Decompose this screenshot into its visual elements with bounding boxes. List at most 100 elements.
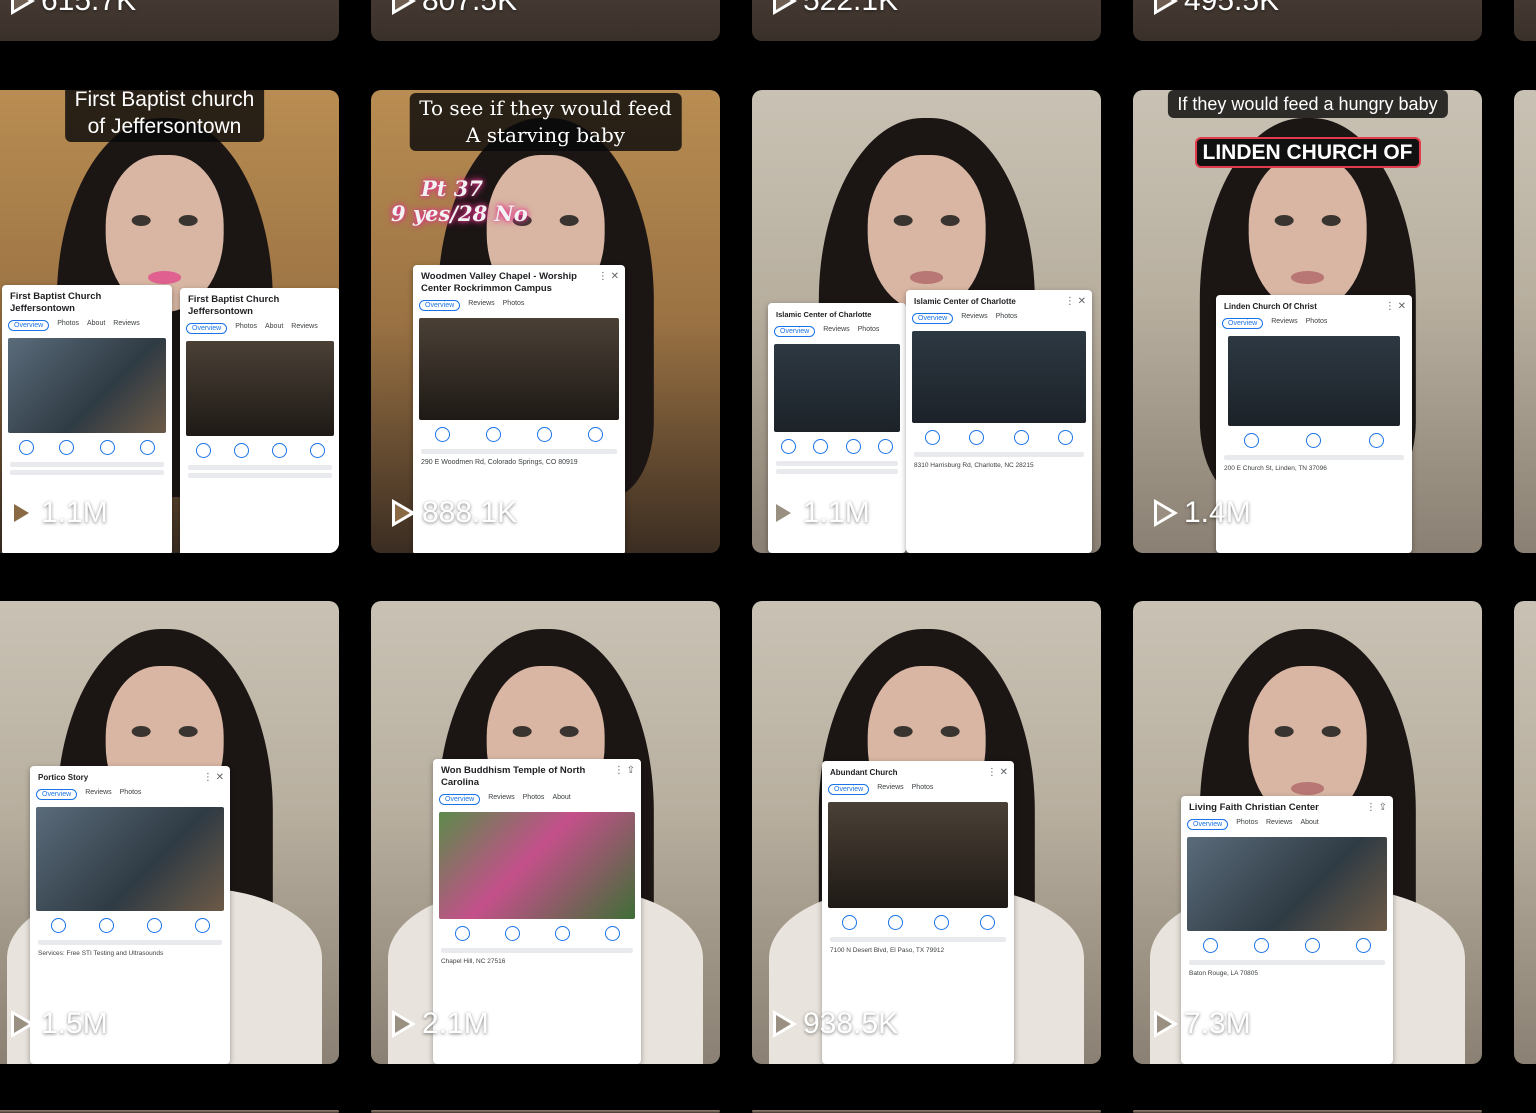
place-tabs: Overview Reviews Photos (822, 780, 1014, 799)
video-thumbnail[interactable]: 522.1K (752, 0, 1101, 41)
place-tabs: Overview Photos Reviews About (1181, 815, 1393, 834)
card-controls: ⋮ ✕ (202, 772, 224, 783)
place-title: Linden Church Of Christ (1224, 302, 1317, 311)
place-actions (2, 436, 172, 459)
place-tabs: Overview Reviews Photos (768, 322, 906, 341)
video-thumbnail[interactable]: 615.7K (0, 0, 339, 41)
place-photo (36, 807, 224, 912)
video-thumbnail[interactable]: Islamic Center of Charlotte Overview Revi… (752, 90, 1101, 553)
place-photo (186, 341, 334, 436)
video-thumbnail[interactable]: 807.5K (371, 0, 720, 41)
view-count: 2.1M (392, 1008, 489, 1040)
view-count: 615.7K (11, 0, 136, 17)
play-icon (1154, 1010, 1178, 1038)
play-icon (773, 499, 797, 527)
video-thumbnail[interactable]: To see if they would feed A starving bab… (371, 90, 720, 553)
place-photo (1187, 837, 1387, 931)
view-count: 522.1K (773, 0, 898, 17)
place-tabs: Overview Reviews Photos (30, 785, 230, 804)
card-controls: ⋮ ✕ (1064, 296, 1086, 307)
place-actions (433, 922, 641, 945)
view-count: 1.4M (1154, 497, 1251, 529)
person-face (1248, 154, 1367, 313)
video-thumbnail[interactable]: 495.5K (1133, 0, 1482, 41)
view-count: 495.5K (1154, 0, 1279, 17)
view-count: 1.5M (11, 1008, 108, 1040)
place-actions (30, 914, 230, 937)
caption-banner: First Baptist church of Jeffersontown (64, 90, 265, 142)
place-address: 8310 Harrisburg Rd, Charlotte, NC 28215 (914, 462, 1034, 470)
place-title: First Baptist Church Jeffersontown (188, 294, 280, 317)
place-actions (906, 426, 1092, 449)
place-address: Chapel Hill, NC 27516 (441, 957, 506, 965)
place-address: 290 E Woodmen Rd, Colorado Springs, CO 8… (421, 458, 578, 466)
place-actions (1181, 934, 1393, 957)
card-controls: ⋮ ✕ (1384, 301, 1406, 312)
place-actions (413, 423, 625, 446)
place-title: Portico Story (38, 773, 89, 782)
video-thumbnail[interactable]: If they would feed a hungry baby LINDEN … (1133, 90, 1482, 553)
place-address: 200 E Church St, Linden, TN 37096 (1224, 465, 1327, 473)
place-tabs: Overview Reviews Photos (906, 309, 1092, 328)
play-icon (392, 0, 416, 15)
view-count: 1.1M (773, 497, 870, 529)
view-count: 7.3M (1154, 1008, 1251, 1040)
place-photo (439, 812, 635, 919)
place-title: Living Faith Christian Center (1189, 802, 1319, 813)
place-photo (8, 338, 166, 433)
place-actions (822, 911, 1014, 934)
card-controls: ⋮ ✕ (986, 767, 1008, 778)
place-photo (912, 331, 1086, 424)
place-actions (1216, 429, 1412, 452)
place-photo (419, 318, 619, 420)
place-photo (774, 344, 900, 432)
caption-banner: If they would feed a hungry baby (1167, 90, 1448, 118)
video-thumbnail[interactable] (1514, 90, 1536, 553)
place-title: Woodmen Valley Chapel - Worship Center R… (421, 271, 577, 294)
video-thumbnail[interactable]: ⋮ ⇪ Won Buddhism Temple of North Carolin… (371, 601, 720, 1064)
play-icon (11, 499, 35, 527)
place-title: Islamic Center of Charlotte (776, 310, 872, 319)
place-tabs: Overview Photos About Reviews (180, 319, 339, 338)
place-address: 7100 N Desert Blvd, El Paso, TX 79912 (830, 947, 945, 955)
place-address: Baton Rouge, LA 70805 (1189, 969, 1259, 977)
caption-banner-highlight: LINDEN CHURCH OF (1194, 137, 1421, 168)
place-title: Won Buddhism Temple of North Carolina (441, 765, 586, 788)
view-count: 938.5K (773, 1008, 898, 1040)
view-count: 807.5K (392, 0, 517, 17)
place-actions (768, 435, 906, 458)
place-tabs: Overview Reviews Photos (1216, 314, 1412, 333)
play-icon (392, 499, 416, 527)
place-title: First Baptist Church Jeffersontown (10, 291, 102, 314)
caption-banner: To see if they would feed A starving bab… (409, 93, 682, 151)
video-thumbnail[interactable]: First Baptist church of Jeffersontown Fi… (0, 90, 339, 553)
part-counter: Pt 37 9 yes/28 No (391, 176, 528, 226)
video-thumbnail[interactable] (1514, 0, 1536, 41)
person-face (867, 154, 986, 313)
maps-place-card: First Baptist Church Jeffersontown Overv… (180, 288, 339, 553)
play-icon (773, 1010, 797, 1038)
video-thumbnail[interactable]: ⋮ ✕ Portico Story Overview Reviews Photos … (0, 601, 339, 1064)
maps-place-card: ⋮ ✕ Islamic Center of Charlotte Overview… (906, 290, 1092, 553)
video-thumbnail[interactable]: ⋮ ✕ Abundant Church Overview Reviews Photo… (752, 601, 1101, 1064)
place-title: Abundant Church (830, 768, 898, 777)
video-thumbnail[interactable]: ⋮ ⇪ Living Faith Christian Center Overvi… (1133, 601, 1482, 1064)
place-detail: Services: Free STI Testing and Ultrasoun… (38, 950, 164, 958)
view-count: 888.1K (392, 497, 517, 529)
place-tabs: Overview Reviews Photos (413, 296, 625, 315)
play-icon (1154, 499, 1178, 527)
card-controls: ⋮ ⇪ (1365, 802, 1387, 813)
play-icon (11, 0, 35, 15)
card-controls: ⋮ ✕ (597, 271, 619, 282)
place-actions (180, 439, 339, 462)
place-photo (1228, 336, 1400, 427)
card-controls: ⋮ ⇪ (613, 765, 635, 776)
play-icon (1154, 0, 1178, 15)
place-photo (828, 802, 1008, 909)
view-count: 1.1M (11, 497, 108, 529)
video-thumbnail[interactable] (1514, 601, 1536, 1064)
play-icon (773, 0, 797, 15)
place-tabs: Overview Reviews Photos About (433, 790, 641, 809)
play-icon (392, 1010, 416, 1038)
place-tabs: Overview Photos About Reviews (2, 316, 172, 335)
